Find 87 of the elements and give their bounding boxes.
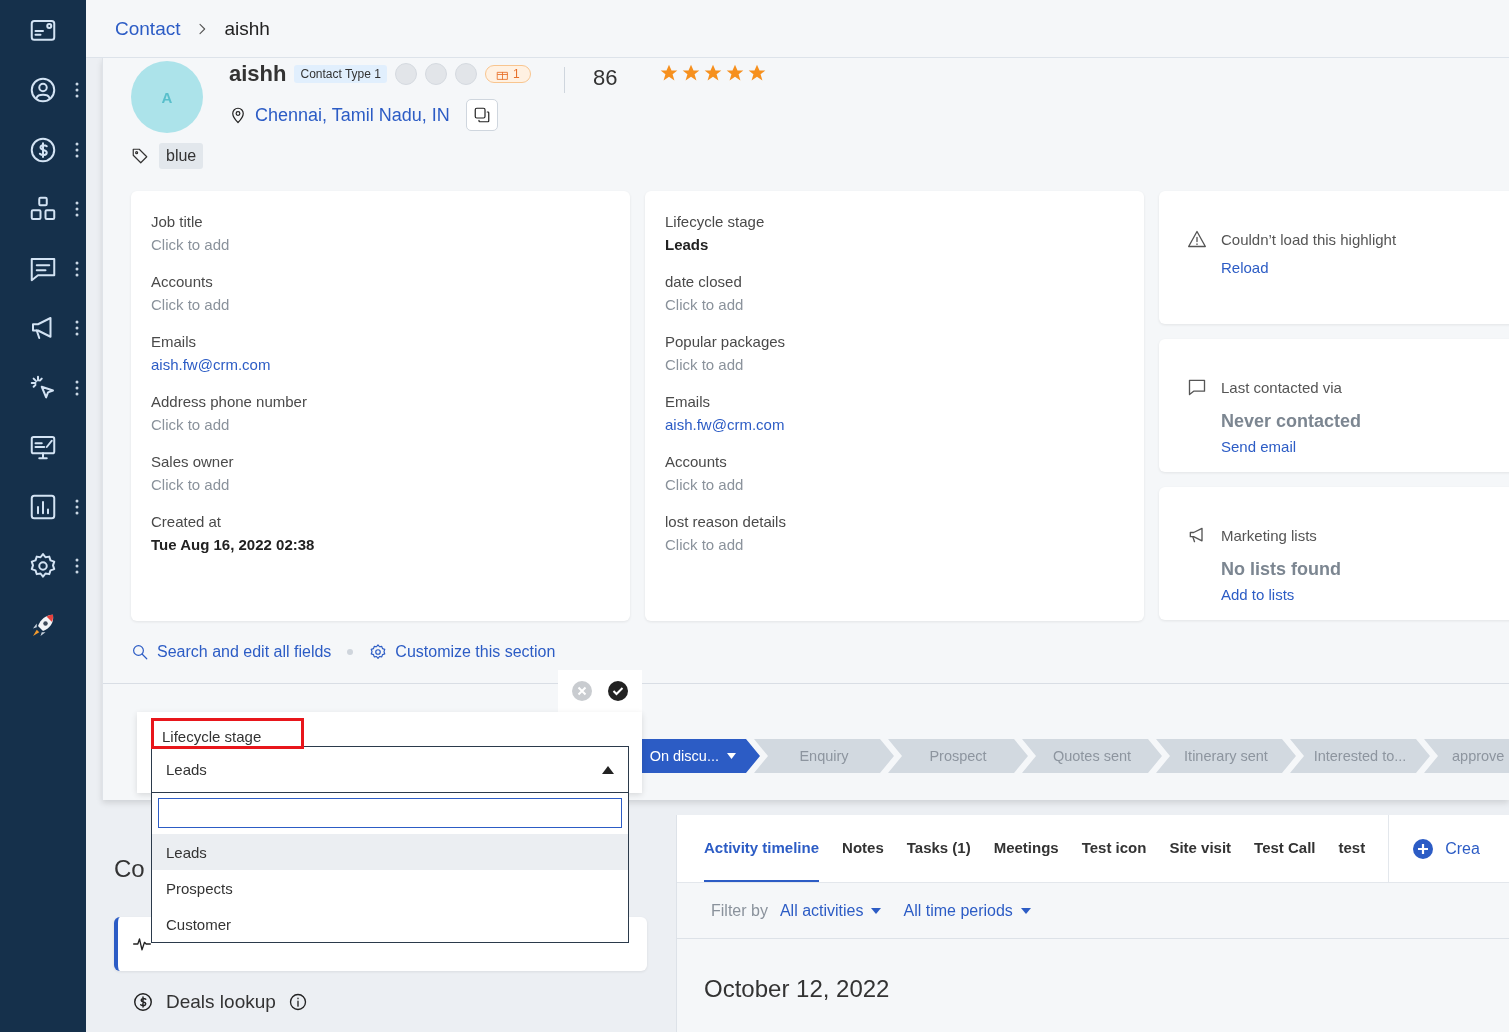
plus-icon bbox=[1413, 838, 1434, 859]
empty-value[interactable]: Click to add bbox=[665, 476, 1124, 493]
activity-tab[interactable]: Tasks (1) bbox=[906, 815, 971, 882]
highlight-title: Couldn’t load this highlight bbox=[1221, 230, 1397, 248]
empty-value[interactable]: Click to add bbox=[665, 296, 1124, 313]
filter-label: Filter by bbox=[711, 901, 768, 920]
activity-tab[interactable]: Notes bbox=[842, 815, 884, 882]
dropdown-option[interactable]: Prospects bbox=[152, 870, 628, 906]
search-icon bbox=[131, 643, 149, 661]
field-value: Leads bbox=[665, 236, 710, 253]
avatar: A bbox=[131, 61, 203, 133]
warning-icon bbox=[1187, 229, 1207, 249]
location-link[interactable]: Chennai, Tamil Nadu, IN bbox=[255, 104, 450, 126]
more-icon[interactable] bbox=[75, 320, 79, 337]
field-label: Address phone number bbox=[151, 393, 308, 410]
action-link[interactable]: Send email bbox=[1221, 438, 1297, 455]
timeline-date: October 12, 2022 bbox=[703, 974, 891, 1004]
settings-icon bbox=[369, 643, 388, 661]
empty-value[interactable]: Click to add bbox=[151, 416, 610, 433]
tag-chip[interactable]: blue bbox=[159, 143, 204, 169]
confirm-icon[interactable] bbox=[608, 681, 628, 701]
tag-icon bbox=[131, 147, 149, 165]
breadcrumb-current: aishh bbox=[224, 17, 270, 40]
chat-bubble-icon bbox=[1187, 377, 1207, 397]
field-label: Accounts bbox=[151, 273, 214, 290]
caret-down-icon bbox=[727, 753, 736, 759]
score: 86 bbox=[593, 65, 618, 91]
info-icon bbox=[287, 992, 308, 1012]
more-icon[interactable] bbox=[75, 498, 79, 515]
highlight-status: Never contacted bbox=[1221, 411, 1363, 432]
caret-down-icon bbox=[1020, 907, 1031, 914]
activity-tab[interactable]: Test icon bbox=[1081, 815, 1147, 882]
email-link[interactable]: aish.fw@crm.com bbox=[151, 356, 610, 373]
filter-dropdown[interactable]: All activities bbox=[779, 901, 882, 920]
field-label: Emails bbox=[665, 393, 711, 410]
more-icon[interactable] bbox=[75, 82, 79, 99]
select-field[interactable]: Leads bbox=[151, 746, 629, 793]
filter-dropdown[interactable]: All time periods bbox=[903, 901, 1031, 920]
dollar-icon bbox=[132, 991, 154, 1013]
dropdown-option[interactable]: Customer bbox=[152, 906, 628, 942]
highlight-status: No lists found bbox=[1221, 559, 1342, 580]
highlight-title: Last contacted via bbox=[1221, 378, 1342, 396]
empty-value[interactable]: Click to add bbox=[665, 536, 1124, 553]
more-icon[interactable] bbox=[75, 558, 79, 575]
activity-tab[interactable]: Meetings bbox=[993, 815, 1059, 882]
field-value: Tue Aug 16, 2022 02:38 bbox=[151, 536, 316, 553]
empty-value[interactable]: Click to add bbox=[665, 356, 1124, 373]
field-label: Emails bbox=[151, 333, 197, 350]
field-label: Accounts bbox=[665, 453, 728, 470]
field-label: Job title bbox=[151, 213, 204, 230]
more-icon[interactable] bbox=[75, 379, 79, 396]
copy-button[interactable] bbox=[465, 99, 498, 131]
caret-icon bbox=[602, 765, 614, 774]
type-badge: Contact Type 1 bbox=[294, 65, 387, 83]
highlight-title: Marketing lists bbox=[1221, 526, 1317, 544]
copy-icon bbox=[472, 106, 491, 124]
contact-name: aishh bbox=[229, 61, 287, 87]
more-icon[interactable] bbox=[75, 201, 79, 218]
activity-tab[interactable]: test bbox=[1338, 815, 1366, 882]
location-pin-icon bbox=[229, 106, 247, 124]
more-icon[interactable] bbox=[75, 141, 79, 158]
field-label: Sales owner bbox=[151, 453, 235, 470]
activity-tab[interactable]: Site visit bbox=[1169, 815, 1232, 882]
field-label: Popular packages bbox=[665, 333, 787, 350]
activity-tab[interactable]: Activity timeline bbox=[704, 815, 820, 882]
field-label: date closed bbox=[665, 273, 743, 290]
search-link[interactable]: Search and edit all fields bbox=[131, 643, 332, 661]
dropdown-option[interactable]: Leads bbox=[152, 834, 628, 870]
field-label: Created at bbox=[151, 513, 223, 530]
more-icon[interactable] bbox=[75, 260, 79, 277]
field-label: Lifecycle stage bbox=[665, 213, 766, 230]
caret-down-icon bbox=[871, 907, 882, 914]
section-heading: Co bbox=[114, 855, 146, 883]
empty-value[interactable]: Click to add bbox=[151, 296, 610, 313]
customize-link[interactable]: Customize this section bbox=[369, 643, 556, 661]
create-button[interactable]: Crea bbox=[1413, 815, 1480, 882]
breadcrumb-link[interactable]: Contact bbox=[115, 17, 181, 40]
lookup-title[interactable]: Deals lookup bbox=[166, 991, 276, 1013]
search-field[interactable] bbox=[158, 798, 622, 828]
field-label: Lifecycle stage bbox=[151, 718, 305, 749]
empty-value[interactable]: Click to add bbox=[151, 476, 610, 493]
action-link[interactable]: Reload bbox=[1221, 259, 1269, 276]
field-label: lost reason details bbox=[665, 513, 787, 530]
action-link[interactable]: Add to lists bbox=[1221, 586, 1295, 603]
activity-tab[interactable]: Test Call bbox=[1254, 815, 1316, 882]
email-link[interactable]: aish.fw@crm.com bbox=[665, 416, 1124, 433]
empty-value[interactable]: Click to add bbox=[151, 236, 610, 253]
